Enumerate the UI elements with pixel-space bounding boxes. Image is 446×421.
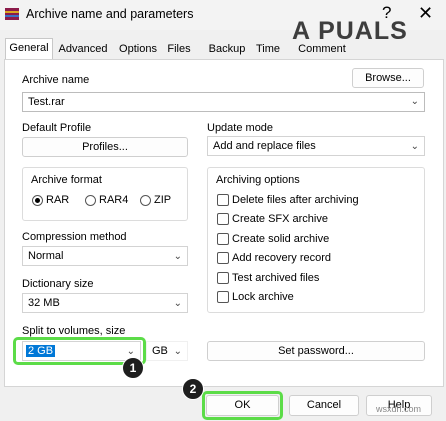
checkbox-create-sfx[interactable] bbox=[217, 213, 229, 225]
tab-advanced[interactable]: Advanced bbox=[55, 40, 111, 59]
chevron-down-icon: ⌄ bbox=[173, 251, 182, 262]
tab-strip: General Advanced Options Files Backup Ti… bbox=[0, 38, 446, 61]
dictionary-size-value: 32 MB bbox=[28, 297, 60, 309]
chevron-down-icon[interactable]: ⌄ bbox=[411, 93, 419, 111]
archiving-options-label: Archiving options bbox=[216, 174, 300, 186]
archive-name-input[interactable]: Test.rar ⌄ bbox=[22, 92, 425, 112]
browse-button[interactable]: Browse... bbox=[352, 68, 424, 88]
radio-rar[interactable] bbox=[32, 195, 43, 206]
tab-files[interactable]: Files bbox=[165, 40, 193, 59]
radio-zip[interactable] bbox=[140, 195, 151, 206]
split-volumes-input[interactable]: 2 GB ⌄ bbox=[22, 341, 141, 361]
tab-general[interactable]: General bbox=[5, 38, 53, 61]
tab-options[interactable]: Options bbox=[115, 40, 161, 59]
split-unit-value: GB bbox=[152, 345, 168, 357]
ok-button[interactable]: OK bbox=[206, 395, 279, 416]
split-volumes-label: Split to volumes, size bbox=[22, 325, 126, 337]
tab-time[interactable]: Time bbox=[254, 40, 282, 59]
checkbox-test-files[interactable] bbox=[217, 272, 229, 284]
close-icon[interactable]: ✕ bbox=[418, 3, 433, 24]
tab-backup[interactable]: Backup bbox=[207, 40, 247, 59]
tab-comment[interactable]: Comment bbox=[296, 40, 348, 59]
radio-rar4[interactable] bbox=[85, 195, 96, 206]
dictionary-size-select[interactable]: 32 MB ⌄ bbox=[22, 293, 188, 313]
cancel-button[interactable]: Cancel bbox=[289, 395, 359, 416]
winrar-app-icon bbox=[5, 8, 19, 20]
chevron-down-icon: ⌄ bbox=[410, 141, 419, 152]
step-2-badge: 2 bbox=[182, 378, 204, 400]
checkbox-recovery-record[interactable] bbox=[217, 252, 229, 264]
default-profile-label: Default Profile bbox=[22, 122, 92, 134]
help-icon[interactable]: ? bbox=[382, 3, 391, 23]
checkbox-delete-files[interactable] bbox=[217, 194, 229, 206]
checkbox-lock-archive[interactable] bbox=[217, 291, 229, 303]
chevron-down-icon: ⌄ bbox=[173, 298, 182, 309]
split-volumes-value: 2 GB bbox=[26, 345, 56, 357]
radio-rar-label[interactable]: RAR bbox=[46, 194, 69, 206]
archive-format-label: Archive format bbox=[31, 174, 102, 186]
checkbox-test-files-label[interactable]: Test archived files bbox=[232, 272, 319, 284]
archive-name-label: Archive name bbox=[22, 74, 90, 86]
compression-method-select[interactable]: Normal ⌄ bbox=[22, 246, 188, 266]
checkbox-solid-archive[interactable] bbox=[217, 233, 229, 245]
update-mode-label: Update mode bbox=[207, 122, 274, 134]
checkbox-recovery-record-label[interactable]: Add recovery record bbox=[232, 252, 331, 264]
window-title: Archive name and parameters bbox=[26, 7, 194, 21]
footer-watermark: wsxdn.com bbox=[376, 404, 422, 414]
compression-method-value: Normal bbox=[28, 250, 64, 262]
update-mode-value: Add and replace files bbox=[213, 140, 316, 152]
checkbox-solid-archive-label[interactable]: Create solid archive bbox=[232, 233, 329, 245]
radio-zip-label[interactable]: ZIP bbox=[154, 194, 171, 206]
set-password-button[interactable]: Set password... bbox=[207, 341, 425, 361]
archive-name-value: Test.rar bbox=[28, 96, 65, 108]
checkbox-create-sfx-label[interactable]: Create SFX archive bbox=[232, 213, 328, 225]
chevron-down-icon: ⌄ bbox=[173, 346, 182, 357]
checkbox-lock-archive-label[interactable]: Lock archive bbox=[232, 291, 294, 303]
split-unit-select[interactable]: GB ⌄ bbox=[146, 341, 188, 361]
compression-method-label: Compression method bbox=[22, 231, 127, 243]
radio-rar4-label[interactable]: RAR4 bbox=[99, 194, 128, 206]
update-mode-select[interactable]: Add and replace files ⌄ bbox=[207, 136, 425, 156]
step-1-badge: 1 bbox=[122, 357, 144, 379]
dictionary-size-label: Dictionary size bbox=[22, 278, 94, 290]
checkbox-delete-files-label[interactable]: Delete files after archiving bbox=[232, 194, 359, 206]
profiles-button[interactable]: Profiles... bbox=[22, 137, 188, 157]
